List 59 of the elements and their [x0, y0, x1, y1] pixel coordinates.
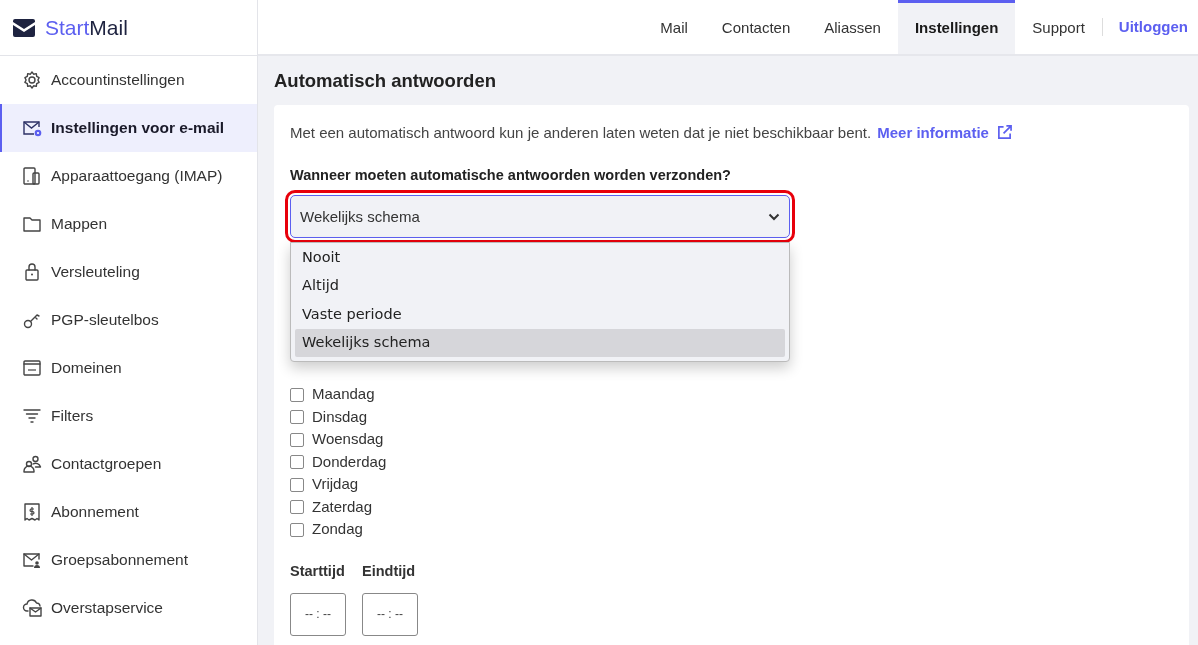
question-label: Wanneer moeten automatische antwoorden worden verzonden?: [290, 165, 732, 185]
receipt-icon: [22, 502, 42, 522]
external-link-icon: [996, 125, 1012, 140]
day-label: Donderdag: [312, 451, 387, 472]
sidebar-item[interactable]: Instellingen voor e-mail: [0, 104, 257, 152]
nav-tab[interactable]: Instellingen: [897, 0, 1016, 54]
filter-icon: [22, 406, 42, 426]
mail-gear-icon: [22, 118, 42, 138]
day-label: Vrijdag: [312, 474, 359, 495]
time-label: Eindtijd: [362, 561, 417, 581]
gear-icon: [22, 70, 42, 90]
sidebar-item[interactable]: Abonnement: [0, 488, 257, 536]
sidebar-item[interactable]: Accountinstellingen: [0, 56, 257, 104]
nav-tab[interactable]: Mail: [643, 0, 705, 54]
time-field[interactable]: -- : --: [362, 592, 418, 636]
nav-tab[interactable]: Contacten: [704, 0, 808, 54]
sidebar-item[interactable]: Filters: [0, 392, 257, 440]
sidebar-item[interactable]: Versleuteling: [0, 248, 257, 296]
envelope-logo-icon: [13, 18, 35, 37]
browser-window-icon: [22, 358, 42, 378]
lock-icon: [22, 262, 42, 282]
sidebar-item[interactable]: Overstapservice: [0, 584, 257, 632]
people-icon: [22, 454, 42, 474]
sidebar-item[interactable]: Apparaattoegang (IMAP): [0, 152, 257, 200]
intro-text: Met een automatisch antwoord kun je anderen laten weten dat je niet beschikbaar bent.: [290, 124, 872, 141]
folder-icon: [22, 214, 42, 234]
nav-tab[interactable]: Support: [1015, 0, 1102, 54]
page-title: Automatisch antwoorden: [274, 69, 497, 92]
day-label: Zaterdag: [312, 496, 373, 517]
day-label: Zondag: [312, 519, 363, 540]
logout-link[interactable]: Uitloggen: [1102, 0, 1188, 54]
more-info-link[interactable]: Meer informatie: [877, 124, 1012, 141]
dropdown-option[interactable]: Vaste periode: [295, 300, 785, 329]
mail-person-icon: [22, 550, 42, 570]
day-checkbox[interactable]: [290, 500, 304, 514]
day-checkbox[interactable]: [290, 410, 304, 424]
sidebar-item[interactable]: Groepsabonnement: [0, 536, 257, 584]
day-label: Woensdag: [312, 429, 384, 450]
day-checkbox[interactable]: [290, 477, 304, 492]
chevron-down-icon: [768, 212, 780, 221]
time-label: Starttijd: [290, 561, 346, 581]
logo-text: StartMail: [45, 14, 128, 41]
dropdown-option[interactable]: Nooit: [295, 243, 785, 272]
day-label: Maandag: [312, 384, 375, 405]
day-checkbox[interactable]: [290, 387, 304, 402]
cloud-mail-icon: [22, 598, 42, 618]
devices-icon: [22, 166, 42, 186]
sidebar-item[interactable]: Mappen: [0, 200, 257, 248]
dropdown-option[interactable]: Wekelijks schema: [295, 328, 785, 358]
day-checkbox[interactable]: [290, 432, 304, 447]
dropdown-option[interactable]: Altijd: [295, 271, 785, 301]
sidebar-item[interactable]: PGP-sleutelbos: [0, 296, 257, 344]
day-checkbox[interactable]: [290, 522, 304, 537]
nav-tab[interactable]: Aliassen: [807, 0, 898, 54]
sidebar-item[interactable]: Domeinen: [0, 344, 257, 392]
day-label: Dinsdag: [312, 406, 368, 427]
time-field[interactable]: -- : --: [290, 592, 346, 636]
sidebar-item[interactable]: Contactgroepen: [0, 440, 257, 488]
day-checkbox[interactable]: [290, 455, 304, 469]
